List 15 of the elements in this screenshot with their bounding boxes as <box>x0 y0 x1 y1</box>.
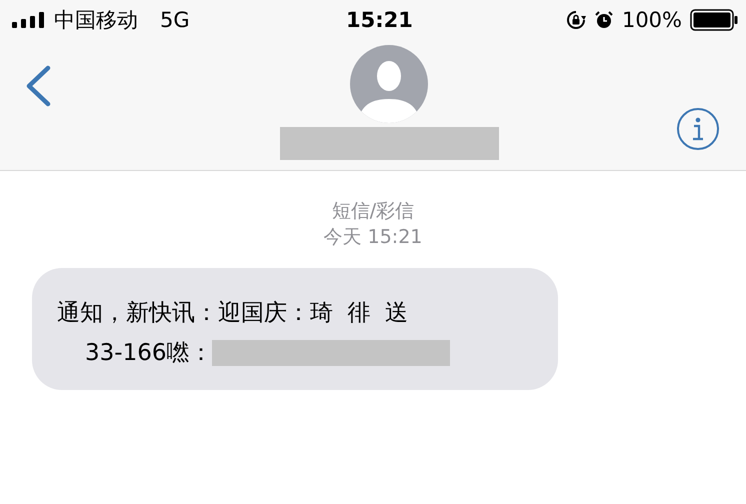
message-text: 33-166嘫： <box>85 339 212 368</box>
network-type: 5G <box>160 8 190 32</box>
battery-icon <box>690 9 738 31</box>
clock-time: 15:21 <box>346 8 413 32</box>
back-icon[interactable] <box>24 65 52 107</box>
signal-icon <box>12 12 46 28</box>
alarm-icon <box>594 10 614 30</box>
carrier-name: 中国移动 <box>54 7 138 34</box>
battery-percent: 100% <box>622 8 682 32</box>
avatar-icon[interactable] <box>350 45 428 123</box>
message-timestamp: 今天 15:21 <box>324 225 422 250</box>
info-icon[interactable] <box>676 107 720 151</box>
message-type: 短信/彩信 <box>332 199 414 224</box>
message-text: 通知，新快讯：迎国庆：琦 徘 送 <box>57 299 410 328</box>
rotation-lock-icon <box>566 10 586 30</box>
